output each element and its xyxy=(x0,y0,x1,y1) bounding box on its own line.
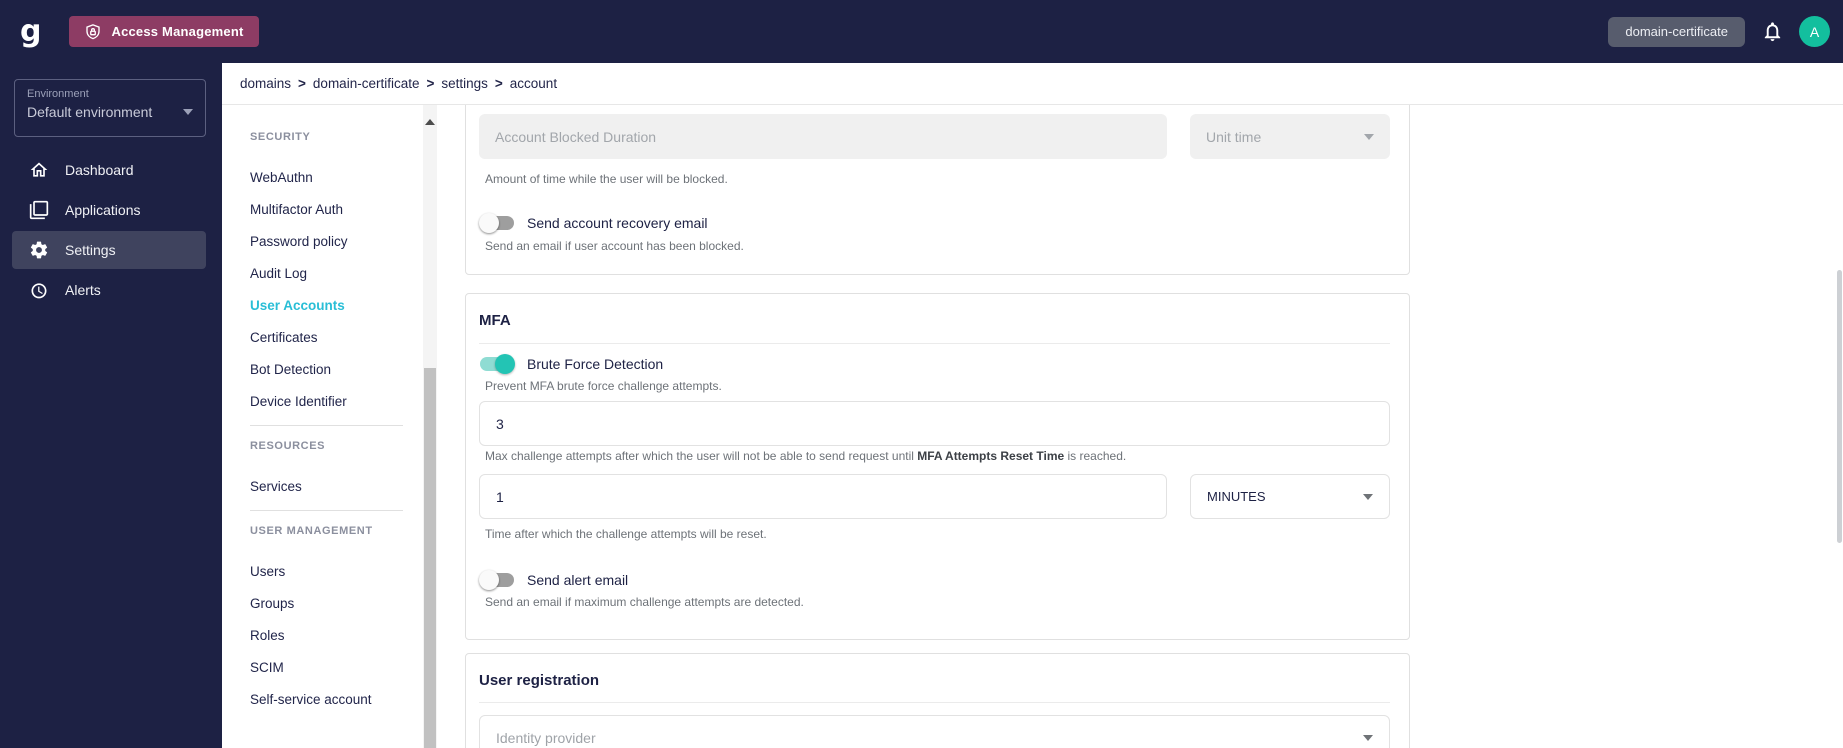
chevron-down-icon xyxy=(1363,493,1373,500)
subnav-item-password-policy[interactable]: Password policy xyxy=(222,225,423,257)
sidebar-item-label: Dashboard xyxy=(65,162,134,178)
subnav-item-roles[interactable]: Roles xyxy=(222,619,423,651)
subnav-header-user-management: USER MANAGEMENT xyxy=(250,525,373,537)
subnav-divider xyxy=(250,425,403,426)
primary-nav: Dashboard Applications Settings Alerts xyxy=(0,151,222,311)
subnav-header-security: SECURITY xyxy=(250,131,311,143)
send-recovery-email-label: Send account recovery email xyxy=(527,215,708,231)
subnav-scrollbar[interactable] xyxy=(423,105,437,748)
current-domain-button[interactable]: domain-certificate xyxy=(1608,16,1745,47)
card-divider xyxy=(479,343,1390,344)
unit-time-placeholder: Unit time xyxy=(1206,128,1262,145)
product-badge: Access Management xyxy=(69,16,259,47)
breadcrumb-account[interactable]: account xyxy=(510,76,557,91)
environment-value: Default environment xyxy=(27,104,153,120)
reset-time-unit-select[interactable]: MINUTES xyxy=(1190,474,1390,519)
account-blocked-duration-input[interactable]: Account Blocked Duration xyxy=(479,114,1167,159)
breadcrumb-settings[interactable]: settings xyxy=(441,76,488,91)
environment-label: Environment xyxy=(27,88,89,100)
mfa-card: MFA Brute Force Detection Prevent MFA br… xyxy=(465,293,1410,640)
sidebar-item-settings[interactable]: Settings xyxy=(12,231,206,269)
identity-provider-placeholder: Identity provider xyxy=(496,729,596,746)
account-blocked-duration-placeholder: Account Blocked Duration xyxy=(495,128,657,145)
subnav-item-self-service-account[interactable]: Self-service account xyxy=(222,683,423,715)
attempts-reset-time-value: 1 xyxy=(496,488,504,505)
breadcrumb-separator: > xyxy=(426,76,435,91)
account-block-card: Account Blocked Duration Unit time Amoun… xyxy=(465,105,1410,275)
subnav-item-certificates[interactable]: Certificates xyxy=(222,321,423,353)
breadcrumb-bar: domains > domain-certificate > settings > acco… xyxy=(222,63,1843,105)
app-root: g Access Management domain-certificate A… xyxy=(0,0,1843,748)
card-divider xyxy=(479,702,1390,703)
sidebar-item-applications[interactable]: Applications xyxy=(12,191,206,229)
page-scrollbar-thumb[interactable] xyxy=(1837,270,1842,543)
max-challenge-attempts-value: 3 xyxy=(496,415,504,432)
primary-sidebar: Environment Default environment Dashboar… xyxy=(0,63,222,748)
subnav-scrollbar-thumb[interactable] xyxy=(424,368,436,748)
breadcrumb: domains > domain-certificate > settings > acco… xyxy=(240,76,557,91)
subnav-header-resources: RESOURCES xyxy=(250,440,326,452)
breadcrumb-separator: > xyxy=(298,76,306,91)
blocked-duration-hint: Amount of time while the user will be bl… xyxy=(485,172,728,186)
alarm-icon xyxy=(29,280,49,300)
notifications-bell-icon[interactable] xyxy=(1761,20,1784,43)
unit-time-select[interactable]: Unit time xyxy=(1190,114,1390,159)
send-alert-email-hint: Send an email if maximum challenge attem… xyxy=(485,595,804,609)
brute-force-detection-label: Brute Force Detection xyxy=(527,356,664,372)
subnav-item-webauthn[interactable]: WebAuthn xyxy=(222,161,423,193)
subnav-item-scim[interactable]: SCIM xyxy=(222,651,423,683)
product-badge-label: Access Management xyxy=(111,24,244,39)
breadcrumb-domains[interactable]: domains xyxy=(240,76,291,91)
attempts-reset-time-hint: Time after which the challenge attempts … xyxy=(485,527,767,541)
attempts-reset-time-input[interactable]: 1 xyxy=(479,474,1167,519)
send-alert-email-toggle[interactable] xyxy=(479,570,515,590)
max-challenge-attempts-input[interactable]: 3 xyxy=(479,401,1390,446)
chevron-down-icon xyxy=(183,109,193,115)
brute-force-detection-hint: Prevent MFA brute force challenge attemp… xyxy=(485,379,722,393)
subnav-item-groups[interactable]: Groups xyxy=(222,587,423,619)
applications-icon xyxy=(29,200,49,220)
send-recovery-email-toggle[interactable] xyxy=(479,213,515,233)
home-icon xyxy=(29,160,49,180)
sidebar-item-label: Applications xyxy=(65,202,141,218)
user-registration-card: User registration Identity provider xyxy=(465,653,1410,748)
breadcrumb-separator: > xyxy=(494,76,503,91)
sidebar-item-alerts[interactable]: Alerts xyxy=(12,271,206,309)
subnav-item-users[interactable]: Users xyxy=(222,555,423,587)
subnav-item-multifactor-auth[interactable]: Multifactor Auth xyxy=(222,193,423,225)
send-alert-email-label: Send alert email xyxy=(527,572,629,588)
user-avatar[interactable]: A xyxy=(1799,16,1830,47)
subnav-item-device-identifier[interactable]: Device Identifier xyxy=(222,385,423,417)
breadcrumb-domain[interactable]: domain-certificate xyxy=(313,76,420,91)
identity-provider-select[interactable]: Identity provider xyxy=(479,715,1390,748)
mfa-card-title: MFA xyxy=(479,312,511,329)
sidebar-item-label: Alerts xyxy=(65,282,101,298)
gravitee-logo[interactable]: g xyxy=(20,16,41,47)
main-content: Account Blocked Duration Unit time Amoun… xyxy=(437,105,1843,748)
subnav-item-user-accounts[interactable]: User Accounts xyxy=(222,289,423,321)
reset-time-unit-value: MINUTES xyxy=(1207,489,1266,504)
max-challenge-attempts-hint: Max challenge attempts after which the u… xyxy=(485,449,1127,463)
gear-icon xyxy=(29,240,49,260)
subnav-divider xyxy=(250,510,403,511)
environment-selector[interactable]: Environment Default environment xyxy=(14,79,206,137)
brute-force-detection-toggle[interactable] xyxy=(479,354,515,374)
user-registration-title: User registration xyxy=(479,672,600,689)
send-recovery-email-hint: Send an email if user account has been b… xyxy=(485,239,744,253)
shield-lock-icon xyxy=(86,23,101,39)
sidebar-item-label: Settings xyxy=(65,242,116,258)
settings-subnav: SECURITY WebAuthn Multifactor Auth Passw… xyxy=(222,105,423,748)
chevron-down-icon xyxy=(1364,133,1374,140)
subnav-item-services[interactable]: Services xyxy=(222,470,423,502)
sidebar-item-dashboard[interactable]: Dashboard xyxy=(12,151,206,189)
subnav-item-audit-log[interactable]: Audit Log xyxy=(222,257,423,289)
top-bar: g Access Management domain-certificate A xyxy=(0,0,1843,63)
scroll-up-arrow-icon[interactable] xyxy=(425,119,435,125)
subnav-item-bot-detection[interactable]: Bot Detection xyxy=(222,353,423,385)
chevron-down-icon xyxy=(1363,734,1373,741)
